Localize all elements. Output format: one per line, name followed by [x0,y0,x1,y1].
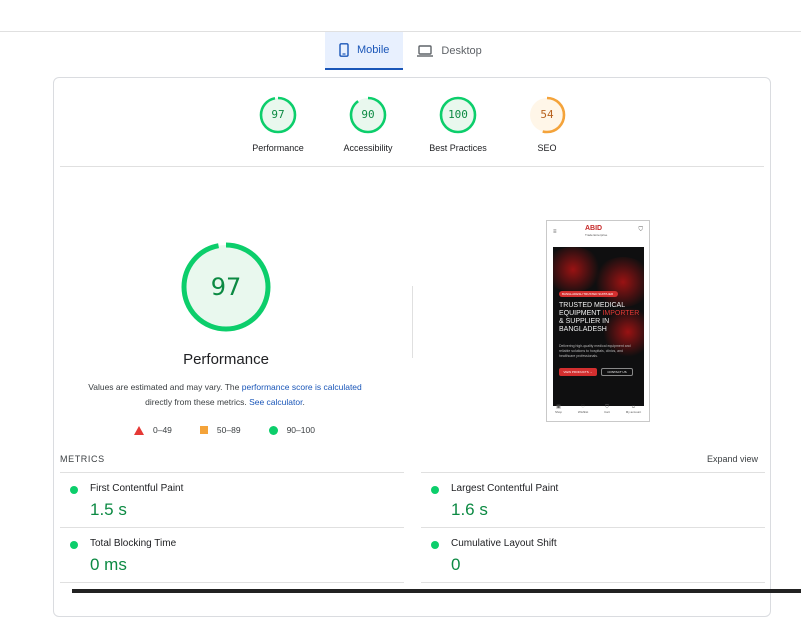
performance-title: Performance [183,351,269,368]
menu-icon: ≡ [553,229,557,235]
hero-headline: TRUSTED MEDICAL EQUIPMENT IMPORTER & SUP… [559,302,641,334]
performance-score-link[interactable]: performance score is calculated [242,382,362,392]
tab-desktop-label: Desktop [441,45,482,57]
tab-mobile[interactable]: Mobile [325,32,404,70]
note-text: directly from these metrics. [145,397,250,407]
hero-primary-button: VIEW PRODUCTS → [559,368,597,376]
final-screenshot: ≡ ABID Trade Enterprise ⛉ BANGLADESH TRU… [546,220,650,422]
square-icon [199,426,208,434]
legend-average: 50–89 [199,425,241,435]
metric-value: 0 [451,555,461,574]
note-text: Values are estimated and may vary. The [88,382,242,392]
legend-fail: 0–49 [134,425,172,435]
legend-pass: 90–100 [268,425,315,435]
nav-wishlist: ♡ Wishlist [578,404,588,418]
nav-label: My account [625,410,642,414]
cart-icon: ⛉ [638,227,643,233]
hero-badge: BANGLADESH TRUSTED SUPPLIER [559,291,618,297]
nav-shop: ▣ Shop [555,404,562,418]
category-best-practices[interactable]: 100 Best Practices [418,96,498,153]
expand-view-button[interactable]: Expand view [707,454,758,464]
metric-value: 1.6 s [451,500,488,519]
metric-value: 0 ms [90,555,127,574]
pass-circle-icon [431,541,439,549]
metric-label: Total Blocking Time [90,538,177,549]
metric-value: 1.5 s [90,500,127,519]
metric-fcp: First Contentful Paint 1.5 s [60,472,404,527]
metric-label: First Contentful Paint [90,483,184,494]
site-bottom-nav: ▣ Shop ♡ Wishlist ⛉ Cart ☺ My account [547,404,649,418]
smartphone-icon [339,43,349,57]
device-tabs: Mobile Desktop [325,32,496,70]
category-seo[interactable]: 54 SEO [507,96,587,153]
nav-cart: ⛉ Cart [604,404,610,418]
metric-tbt: Total Blocking Time 0 ms [60,527,404,582]
metric-cls: Cumulative Layout Shift 0 [421,527,765,582]
performance-score: 97 [210,273,242,301]
nav-label: Shop [554,410,562,414]
headline-highlight: IMPORTER [602,310,640,317]
score-gauge: 54 [528,96,566,134]
site-header: ≡ ABID Trade Enterprise ⛉ [547,221,649,245]
pass-circle-icon [70,541,78,549]
triangle-icon [134,425,144,435]
headline-text: & SUPPLIER IN BANGLADESH [559,318,610,333]
score-gauge: 100 [439,96,477,134]
vertical-divider [412,286,413,358]
legend-label: 0–49 [153,425,172,435]
category-divider [60,166,764,167]
score-value: 97 [271,108,285,121]
score-legend: 0–49 50–89 90–100 [134,425,374,435]
category-label: SEO [537,143,557,153]
site-hero: BANGLADESH TRUSTED SUPPLIER TRUSTED MEDI… [553,247,644,406]
note-text: . [302,397,305,407]
category-label: Performance [252,143,304,153]
bottom-edge-bar [72,589,801,593]
site-logo: ABID [585,225,603,232]
nav-label: Wishlist [577,410,589,414]
category-label: Accessibility [343,143,393,153]
score-value: 54 [540,108,554,121]
hero-paragraph: Delivering high-quality medical equipmen… [559,344,631,358]
score-gauge: 90 [349,96,387,134]
circle-icon [268,425,278,435]
category-accessibility[interactable]: 90 Accessibility [328,96,408,153]
metric-label: Largest Contentful Paint [451,483,559,494]
metric-row-divider [421,582,765,583]
tab-mobile-label: Mobile [357,44,390,56]
hero-secondary-button: CONTACT US [601,368,633,376]
metric-lcp: Largest Contentful Paint 1.6 s [421,472,765,527]
metric-label: Cumulative Layout Shift [451,538,557,549]
see-calculator-link[interactable]: See calculator [249,397,302,407]
metric-row-divider [60,582,404,583]
nav-label: Cart [604,410,610,414]
tab-desktop[interactable]: Desktop [403,32,495,70]
site-logo-sub: Trade Enterprise [585,233,608,237]
category-label: Best Practices [429,143,487,153]
pass-circle-icon [70,486,78,494]
nav-account: ☺ My account [626,404,641,418]
score-value: 100 [448,108,468,121]
laptop-icon [417,45,434,57]
score-gauge: 97 [259,96,297,134]
pass-circle-icon [431,486,439,494]
score-value: 90 [361,108,375,121]
category-performance[interactable]: 97 Performance [238,96,318,153]
legend-label: 90–100 [286,425,315,435]
hero-glow [593,257,644,307]
estimate-note: Values are estimated and may vary. The p… [74,380,376,410]
performance-gauge: 97 [181,242,271,332]
legend-label: 50–89 [216,425,241,435]
report-card: 97 Performance 90 Accessibility 100 Best… [53,77,771,617]
metrics-heading: METRICS [60,454,105,464]
